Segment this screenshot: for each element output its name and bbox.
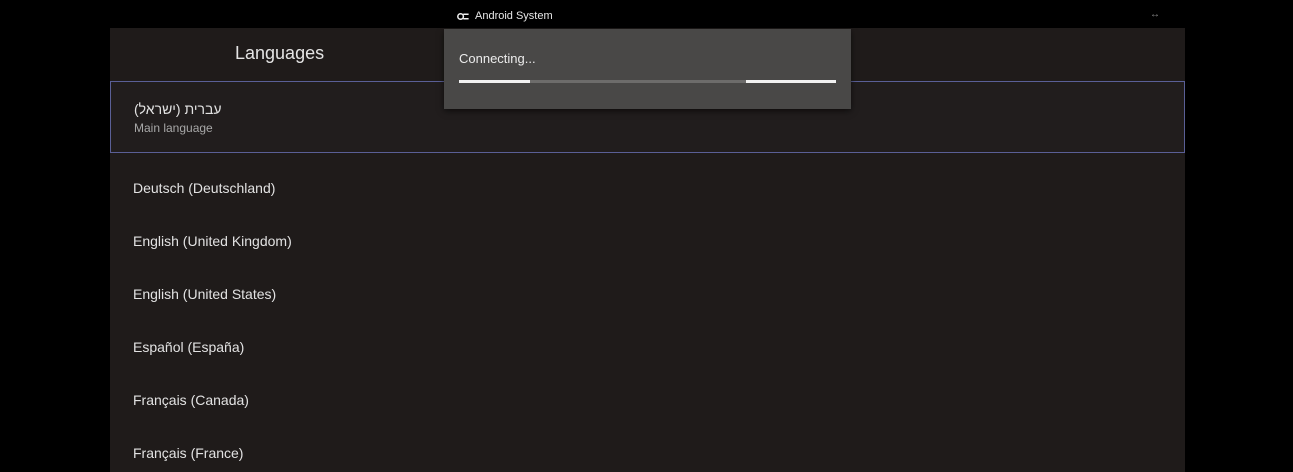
language-name: English (United States) xyxy=(133,286,277,302)
page-title: Languages xyxy=(235,43,325,63)
language-name: Español (España) xyxy=(133,339,245,355)
app-name: Android System xyxy=(475,10,553,22)
language-item-deutsch[interactable]: Deutsch (Deutschland) xyxy=(110,153,1185,206)
language-name: עברית (ישראל) xyxy=(134,101,222,117)
link-icon xyxy=(457,12,470,21)
language-name: English (United Kingdom) xyxy=(133,233,292,249)
connecting-dialog: Connecting... xyxy=(444,29,851,109)
notification-source: Android System xyxy=(457,9,553,23)
resize-icon: ↔ xyxy=(1150,9,1160,20)
language-subtitle: Main language xyxy=(134,121,213,135)
progress-segment xyxy=(746,80,836,83)
language-name: Français (Canada) xyxy=(133,392,249,408)
status-bar: Android System ↔ xyxy=(0,0,1293,28)
dialog-message: Connecting... xyxy=(459,51,536,66)
screen: Android System ↔ Languages עברית (ישראל)… xyxy=(0,0,1293,472)
panel-header: Languages xyxy=(110,28,455,81)
language-name: Deutsch (Deutschland) xyxy=(133,180,276,196)
language-item-english-us[interactable]: English (United States) xyxy=(110,259,1185,312)
language-name: Français (France) xyxy=(133,445,244,461)
language-item-english-uk[interactable]: English (United Kingdom) xyxy=(110,206,1185,259)
language-list: עברית (ישראל) Main language Deutsch (Deu… xyxy=(110,81,1185,471)
progress-segment xyxy=(459,80,530,83)
progress-bar xyxy=(459,80,836,83)
language-item-francais-canada[interactable]: Français (Canada) xyxy=(110,365,1185,418)
language-item-espanol[interactable]: Español (España) xyxy=(110,312,1185,365)
language-item-francais-france[interactable]: Français (France) xyxy=(110,418,1185,471)
